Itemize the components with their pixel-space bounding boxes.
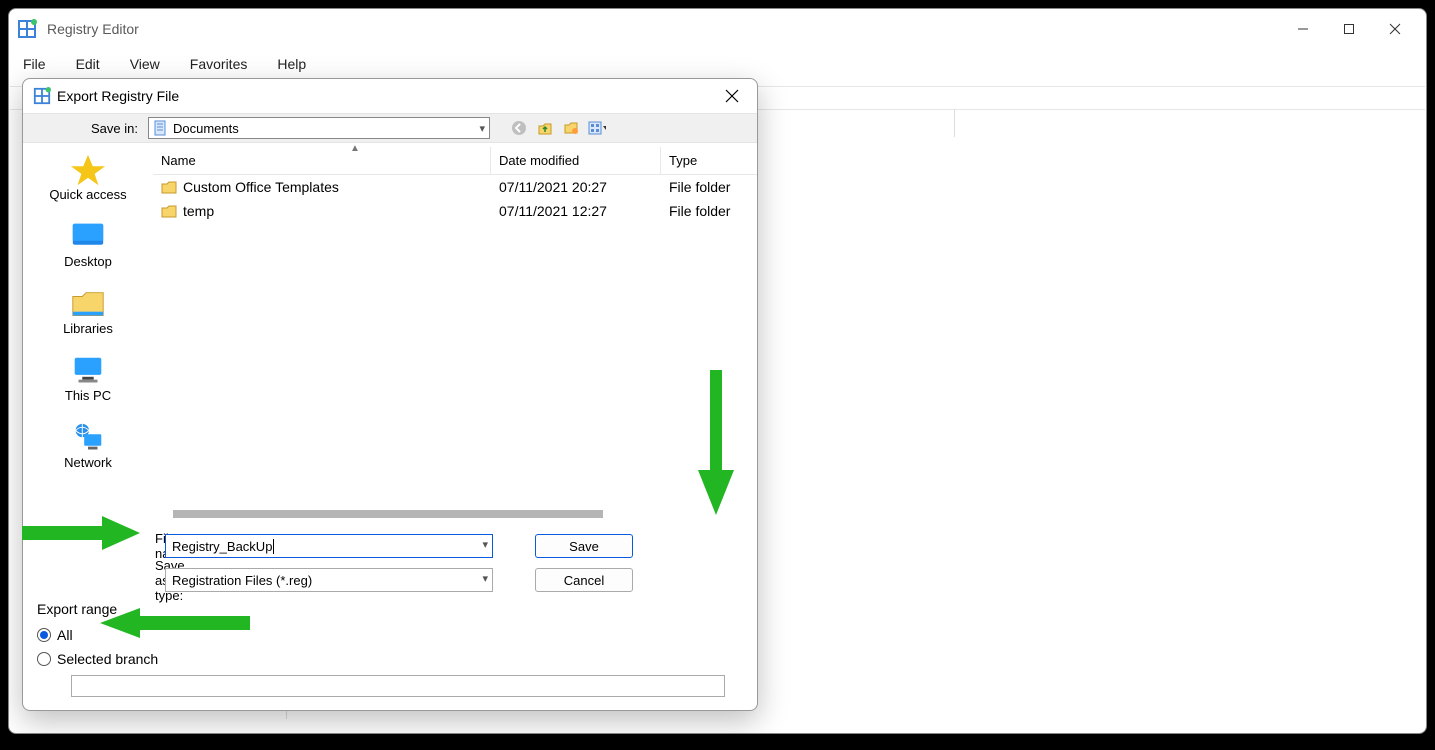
view-menu-icon[interactable] <box>588 119 606 137</box>
save-in-label: Save in: <box>33 121 148 136</box>
dialog-toolbar: Save in: Documents ▾ <box>23 113 757 143</box>
window-title: Registry Editor <box>47 21 1280 37</box>
titlebar: Registry Editor <box>9 9 1426 49</box>
radio-all[interactable]: All <box>37 623 743 647</box>
close-button[interactable] <box>1372 13 1418 45</box>
folder-icon <box>161 180 177 194</box>
radio-selected-branch[interactable]: Selected branch <box>37 647 743 671</box>
export-range-group: Export range All Selected branch <box>23 597 757 707</box>
desktop-icon <box>69 220 107 252</box>
file-list-area: ▲ Name Date modified Type Custom Office … <box>153 143 757 521</box>
save-in-value: Documents <box>173 121 479 136</box>
export-range-legend: Export range <box>37 601 743 617</box>
file-row[interactable]: temp 07/11/2021 12:27 File folder <box>153 199 757 223</box>
chevron-down-icon[interactable]: ▾ <box>482 572 488 585</box>
up-one-level-icon[interactable] <box>536 119 554 137</box>
menu-edit[interactable]: Edit <box>70 52 106 76</box>
save-in-combo[interactable]: Documents ▾ <box>148 117 490 139</box>
menu-help[interactable]: Help <box>271 52 312 76</box>
cancel-button[interactable]: Cancel <box>535 568 633 592</box>
dialog-close-button[interactable] <box>717 81 747 111</box>
place-quick-access[interactable]: Quick access <box>49 153 126 202</box>
horizontal-scrollbar[interactable] <box>153 507 757 521</box>
save-button[interactable]: Save <box>535 534 633 558</box>
column-header-type[interactable]: Type <box>661 147 757 174</box>
regedit-icon <box>17 19 37 39</box>
libraries-icon <box>69 287 107 319</box>
save-as-type-label: Save as type: <box>33 558 155 603</box>
export-registry-file-dialog: Export Registry File Save in: Documents … <box>22 78 758 711</box>
chevron-down-icon: ▾ <box>479 122 485 135</box>
file-row[interactable]: Custom Office Templates 07/11/2021 20:27… <box>153 175 757 199</box>
minimize-button[interactable] <box>1280 13 1326 45</box>
selected-branch-input[interactable] <box>71 675 725 697</box>
scrollbar-thumb[interactable] <box>173 510 603 518</box>
new-folder-icon[interactable] <box>562 119 580 137</box>
regedit-icon <box>33 87 51 105</box>
sort-indicator-icon: ▲ <box>53 143 657 154</box>
dialog-titlebar: Export Registry File <box>23 79 757 113</box>
menu-view[interactable]: View <box>124 52 166 76</box>
star-icon <box>69 153 107 185</box>
back-icon[interactable] <box>510 119 528 137</box>
menu-file[interactable]: File <box>17 52 52 76</box>
places-bar: Quick access Desktop Libraries This PC N… <box>23 143 153 521</box>
file-name-label: File name: <box>33 531 155 561</box>
radio-icon[interactable] <box>37 652 51 666</box>
value-pane-divider <box>954 109 955 137</box>
menu-favorites[interactable]: Favorites <box>184 52 254 76</box>
chevron-down-icon[interactable]: ▾ <box>482 538 488 551</box>
text-cursor <box>273 539 274 554</box>
place-this-pc[interactable]: This PC <box>65 354 111 403</box>
network-icon <box>69 421 107 453</box>
place-desktop[interactable]: Desktop <box>64 220 112 269</box>
monitor-icon <box>69 354 107 386</box>
dialog-title: Export Registry File <box>57 88 717 104</box>
place-network[interactable]: Network <box>64 421 112 470</box>
file-name-input[interactable]: Registry_BackUp ▾ <box>165 534 493 558</box>
maximize-button[interactable] <box>1326 13 1372 45</box>
radio-icon[interactable] <box>37 628 51 642</box>
save-as-type-combo[interactable]: Registration Files (*.reg) ▾ <box>165 568 493 592</box>
file-rows[interactable]: Custom Office Templates 07/11/2021 20:27… <box>153 175 757 507</box>
place-libraries[interactable]: Libraries <box>63 287 113 336</box>
folder-icon <box>161 204 177 218</box>
menubar: File Edit View Favorites Help <box>9 49 1426 79</box>
documents-folder-icon <box>153 120 169 136</box>
